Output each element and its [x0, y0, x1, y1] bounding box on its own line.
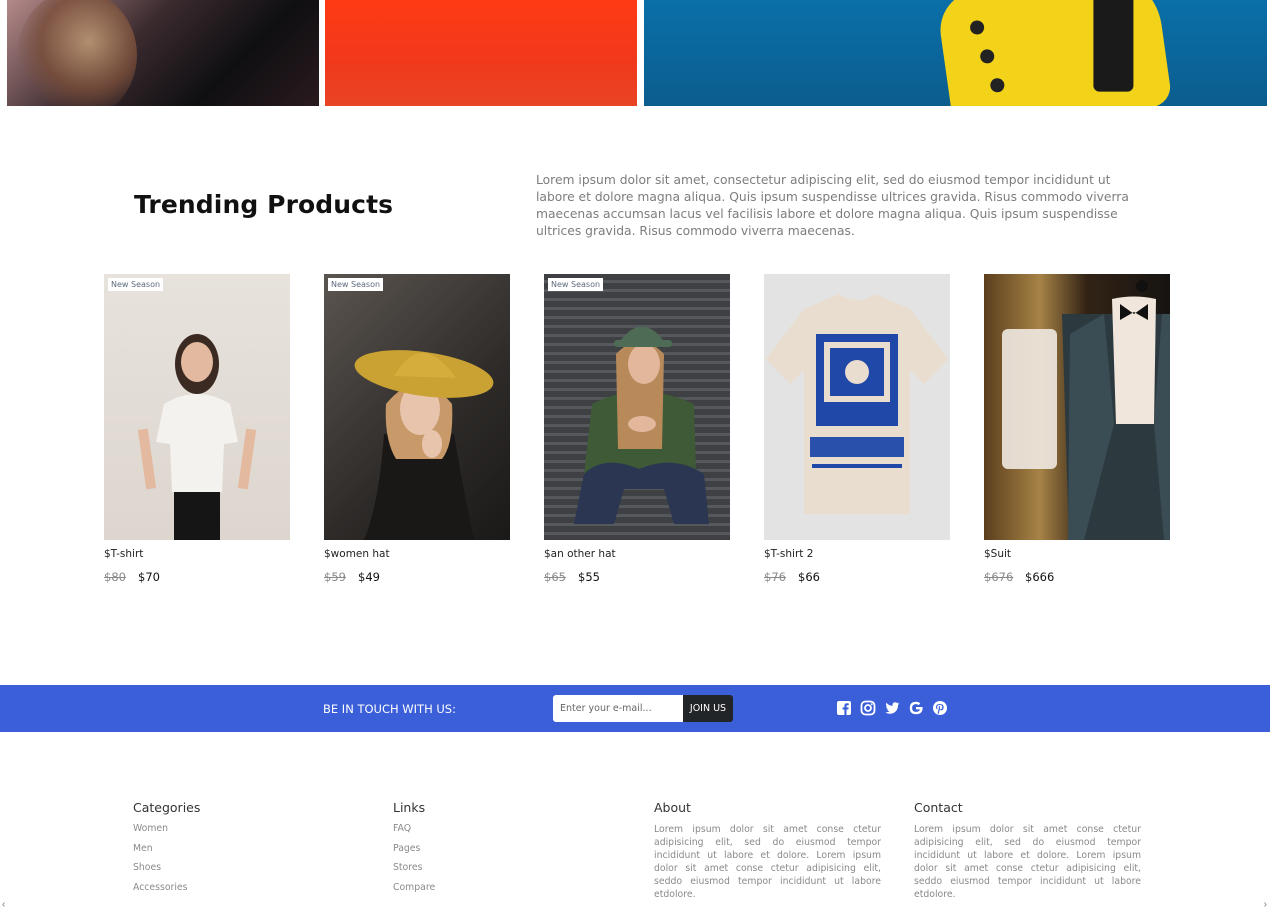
- product-image[interactable]: New Season: [544, 274, 730, 540]
- footer-about: About Lorem ipsum dolor sit amet conse c…: [654, 800, 884, 901]
- product-photo-tshirt: [137, 334, 257, 540]
- footer-heading: Links: [393, 800, 426, 815]
- twitter-icon[interactable]: [884, 700, 900, 716]
- product-photo-another-hat: [574, 326, 709, 524]
- footer-link-shoes[interactable]: Shoes: [133, 862, 363, 882]
- current-price: $66: [798, 570, 820, 584]
- product-image[interactable]: New Season: [324, 274, 510, 540]
- season-badge: New Season: [548, 278, 604, 291]
- footer-categories: Categories Women Men Shoes Accessories: [133, 800, 363, 902]
- product-name[interactable]: $Suit: [984, 548, 1011, 560]
- product-name[interactable]: $women hat: [324, 548, 390, 560]
- footer-contact: Contact Lorem ipsum dolor sit amet conse…: [914, 800, 1144, 901]
- footer-about-text: Lorem ipsum dolor sit amet conse ctetur …: [654, 824, 881, 900]
- email-input[interactable]: [553, 695, 683, 722]
- section-description: Lorem ipsum dolor sit amet, consectetur …: [536, 173, 1129, 238]
- old-price: $59: [324, 570, 346, 584]
- season-badge: New Season: [328, 278, 384, 291]
- old-price: $76: [764, 570, 786, 584]
- product-photo-women-hat: [354, 350, 494, 540]
- section-title: Trending Products: [134, 190, 394, 219]
- footer-heading: About: [654, 800, 691, 815]
- pinterest-icon[interactable]: [932, 700, 948, 716]
- product-name[interactable]: $T-shirt: [104, 548, 143, 560]
- product-image[interactable]: New Season: [104, 274, 290, 540]
- footer-heading: Contact: [914, 800, 963, 815]
- season-badge: New Season: [108, 278, 164, 291]
- product-photo-tshirt-original: [766, 294, 948, 514]
- product-grid: New Season $T-shirt $80 $70 New Season $…: [104, 274, 1170, 594]
- product-photo-suit: [984, 274, 1170, 540]
- hero-banner: [0, 0, 1270, 106]
- current-price: $70: [138, 570, 160, 584]
- hero-image-men[interactable]: [325, 0, 637, 106]
- footer-link-stores[interactable]: Stores: [393, 862, 623, 882]
- old-price: $65: [544, 570, 566, 584]
- product-name[interactable]: $T-shirt 2: [764, 548, 813, 560]
- facebook-icon[interactable]: [836, 700, 852, 716]
- newsletter-label: BE IN TOUCH WITH US:: [323, 702, 456, 716]
- scroll-right-arrow-icon[interactable]: ›: [1264, 899, 1267, 910]
- product-image[interactable]: [764, 274, 950, 540]
- footer-link-men[interactable]: Men: [133, 843, 363, 863]
- product-card[interactable]: New Season $women hat $59 $49: [324, 274, 510, 594]
- footer-link-compare[interactable]: Compare: [393, 882, 623, 902]
- product-image[interactable]: [984, 274, 1170, 540]
- footer-heading: Categories: [133, 800, 201, 815]
- instagram-icon[interactable]: [860, 700, 876, 716]
- old-price: $676: [984, 570, 1014, 584]
- current-price: $49: [358, 570, 380, 584]
- footer-link-women[interactable]: Women: [133, 823, 363, 843]
- product-card[interactable]: New Season $an other hat $65 $55: [544, 274, 730, 594]
- footer-link-pages[interactable]: Pages: [393, 843, 623, 863]
- footer-contact-text: Lorem ipsum dolor sit amet conse ctetur …: [914, 824, 1141, 900]
- current-price: $666: [1025, 570, 1055, 584]
- product-card[interactable]: $T-shirt 2 $76 $66: [764, 274, 950, 594]
- current-price: $55: [578, 570, 600, 584]
- product-card[interactable]: New Season $T-shirt $80 $70: [104, 274, 290, 594]
- product-card[interactable]: $Suit $676 $666: [984, 274, 1170, 594]
- footer-link-accessories[interactable]: Accessories: [133, 882, 363, 902]
- scroll-left-arrow-icon[interactable]: ‹: [2, 899, 5, 910]
- google-icon[interactable]: [908, 700, 924, 716]
- old-price: $80: [104, 570, 126, 584]
- footer-link-faq[interactable]: FAQ: [393, 823, 623, 843]
- hero-image-shoes[interactable]: [644, 0, 1267, 106]
- product-name[interactable]: $an other hat: [544, 548, 616, 560]
- join-button[interactable]: JOIN US: [683, 695, 733, 722]
- newsletter-bar: BE IN TOUCH WITH US: JOIN US: [0, 685, 1270, 732]
- hero-image-women[interactable]: [7, 0, 319, 106]
- footer-links: Links FAQ Pages Stores Compare: [393, 800, 623, 902]
